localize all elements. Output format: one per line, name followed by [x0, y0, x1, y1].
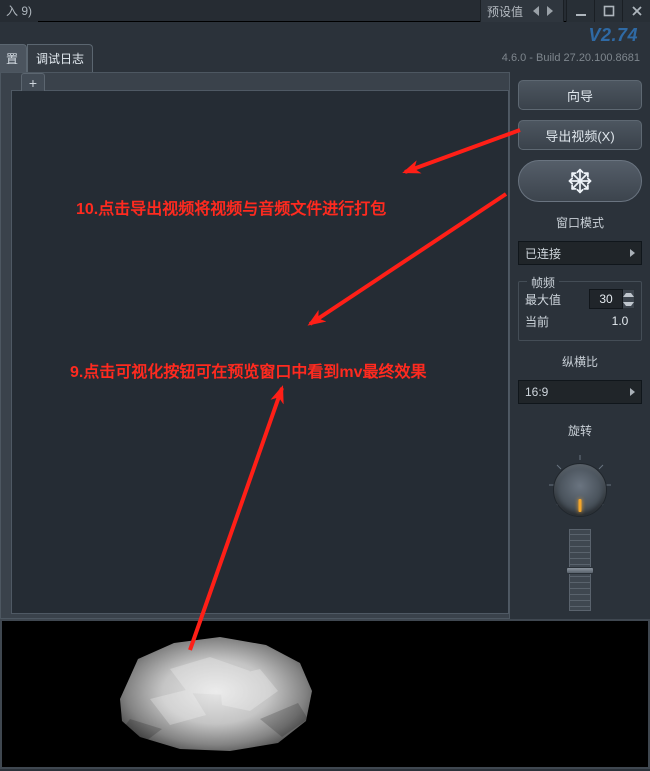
fps-cur-value: 1.0: [605, 314, 635, 328]
preset-selector[interactable]: 预设值: [480, 0, 564, 22]
fps-max-spinner[interactable]: 30: [589, 289, 635, 309]
window-mode-dropdown[interactable]: 已连接: [518, 241, 642, 265]
header-bar: V2.74 4.6.0 - Build 27.20.100.8681 置 调试日…: [0, 22, 650, 72]
window-mode-title: 窗口模式: [518, 214, 642, 231]
build-label: 4.6.0 - Build 27.20.100.8681: [502, 52, 640, 64]
maximize-button[interactable]: [594, 0, 622, 22]
fps-group: 帧频 最大值 30 当前 1.0: [518, 281, 642, 341]
chevron-right-icon: [630, 249, 635, 257]
preview-strip: [0, 619, 650, 769]
knob-indicator: [579, 499, 582, 512]
aspect-dropdown[interactable]: 16:9: [518, 380, 642, 404]
spinner-down-icon: [623, 302, 634, 306]
window-title-bar: 入 9) 预设值: [0, 0, 650, 22]
window-title: 入 9): [0, 0, 38, 22]
window-system-buttons: [566, 0, 650, 22]
spinner-up-icon: [623, 293, 634, 297]
rotate-scale[interactable]: [569, 529, 591, 611]
preset-next-button[interactable]: [543, 0, 557, 22]
main-canvas-panel: +: [0, 72, 510, 619]
chevron-right-icon: [630, 388, 635, 396]
preview-canvas[interactable]: [11, 90, 509, 614]
rotate-title: 旋转: [518, 422, 642, 439]
preset-label: 预设值: [487, 3, 523, 20]
snowflake-icon: [566, 167, 594, 195]
version-label: V2.74: [588, 25, 638, 46]
annotation-10: 10.点击导出视频将视频与音频文件进行打包: [76, 195, 386, 219]
freeze-button[interactable]: [518, 160, 642, 202]
preview-content: [110, 629, 318, 755]
fps-group-title: 帧频: [527, 274, 559, 291]
side-panel: 向导 导出视频(X) 窗口模式 已连接 帧频 最大值 30: [518, 80, 642, 611]
triangle-right-icon: [547, 6, 553, 16]
aspect-title: 纵横比: [518, 353, 642, 370]
annotation-9: 9.点击可视化按钮可在预览窗口中看到mv最终效果: [70, 358, 426, 382]
rotate-knob[interactable]: [553, 463, 607, 517]
triangle-left-icon: [533, 6, 539, 16]
preset-prev-button[interactable]: [529, 0, 543, 22]
fps-max-value: 30: [589, 289, 623, 309]
close-button[interactable]: [622, 0, 650, 22]
add-tab-button[interactable]: +: [21, 73, 45, 91]
export-video-button[interactable]: 导出视频(X): [518, 120, 642, 150]
close-icon: [631, 5, 643, 17]
tab-debug-log[interactable]: 调试日志: [27, 44, 93, 72]
scale-handle[interactable]: [566, 567, 594, 574]
tab-settings[interactable]: 置: [0, 44, 27, 72]
fps-max-label: 最大值: [525, 291, 561, 308]
tab-bar: 置 调试日志: [0, 44, 93, 72]
fps-cur-label: 当前: [525, 313, 549, 330]
minimize-icon: [575, 5, 587, 17]
window-mode-value: 已连接: [525, 245, 561, 262]
minimize-button[interactable]: [566, 0, 594, 22]
aspect-value: 16:9: [525, 385, 548, 399]
maximize-icon: [603, 5, 615, 17]
wizard-button[interactable]: 向导: [518, 80, 642, 110]
plus-icon: +: [29, 76, 37, 90]
